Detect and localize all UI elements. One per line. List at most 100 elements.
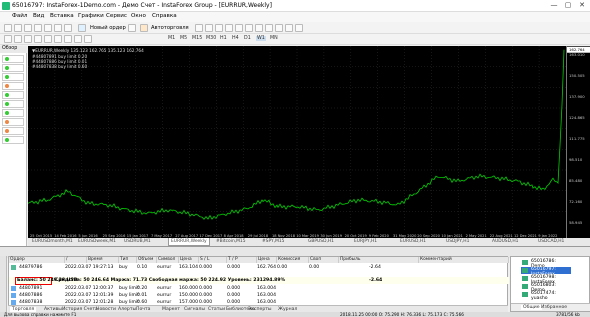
column-header[interactable]: Ордер xyxy=(9,257,65,263)
symbol-row[interactable] xyxy=(2,91,24,99)
column-header[interactable]: Комиссия xyxy=(277,257,309,263)
chart-tab[interactable]: USDCAD,H1 xyxy=(536,238,566,246)
chart-tab[interactable]: EURRUR,Weekly xyxy=(168,238,210,246)
tf-d1[interactable]: D1 xyxy=(244,36,251,41)
text-icon[interactable] xyxy=(74,35,82,43)
symbol-row[interactable] xyxy=(2,127,24,135)
table-cell: 163.004 xyxy=(257,293,276,298)
column-header[interactable]: Комментарий xyxy=(419,257,509,263)
templates-icon[interactable] xyxy=(295,24,303,32)
line-chart-icon[interactable] xyxy=(215,24,223,32)
vertical-line-icon[interactable] xyxy=(24,35,32,43)
trendline-icon[interactable] xyxy=(44,35,52,43)
data-window-icon[interactable] xyxy=(34,24,42,32)
metaeditor-icon[interactable] xyxy=(128,24,136,32)
chart-tab[interactable]: EURJPY,H1 xyxy=(352,238,379,246)
symbol-row[interactable] xyxy=(2,55,24,63)
column-header[interactable]: / xyxy=(65,257,87,263)
tf-mn[interactable]: MN xyxy=(270,36,278,41)
indicators-icon[interactable] xyxy=(275,24,283,32)
account-item[interactable]: 65016798: InstaForex xyxy=(521,275,571,285)
tab-favorites[interactable]: Избранное xyxy=(541,305,567,310)
chart-tab[interactable]: #Bitcoin,M15 xyxy=(214,238,248,246)
tab-general[interactable]: Общие xyxy=(521,305,542,310)
new-order-button[interactable]: Новый ордер xyxy=(90,25,126,31)
channel-icon[interactable] xyxy=(54,35,62,43)
chart-tab[interactable]: USDRUB,M1 xyxy=(122,238,153,246)
symbol-row[interactable] xyxy=(2,109,24,117)
account-item[interactable]: 65016786: Demo xyxy=(521,259,571,269)
menu-window[interactable]: Окно xyxy=(131,13,146,19)
price-chart[interactable]: ▼EURRUR,Weekly 135.123 162.765 135.123 1… xyxy=(27,46,566,238)
column-header[interactable]: T / P xyxy=(227,257,257,263)
tf-m30[interactable]: M30 xyxy=(206,36,216,41)
chart-tab[interactable]: #SPY,M15 xyxy=(260,238,286,246)
chart-tab[interactable]: GBPUSD,H1 xyxy=(306,238,336,246)
symbol-row[interactable] xyxy=(2,64,24,72)
autotrading-button[interactable]: Автоторговля xyxy=(151,25,189,31)
profiles-icon[interactable] xyxy=(14,24,22,32)
new-order-icon[interactable] xyxy=(78,24,86,32)
chart-shift-icon[interactable] xyxy=(265,24,273,32)
chart-tab[interactable]: EURUSDweek,M1 xyxy=(76,238,118,246)
column-header[interactable]: S / L xyxy=(199,257,227,263)
symbol-row[interactable] xyxy=(2,118,24,126)
symbol-row[interactable] xyxy=(2,100,24,108)
tf-m5[interactable]: M5 xyxy=(180,36,187,41)
column-header[interactable]: Цена xyxy=(257,257,277,263)
tf-w1[interactable]: W1 xyxy=(256,36,266,41)
minimize-button[interactable]: — xyxy=(549,1,559,10)
column-header[interactable]: Цена xyxy=(179,257,199,263)
order-row[interactable]: 44879786 2022.03.07 19:27:13 buy 0.10 eurrur… xyxy=(9,264,509,271)
column-header[interactable]: Объем xyxy=(137,257,157,263)
menu-view[interactable]: Вид xyxy=(33,13,44,19)
fibo-icon[interactable] xyxy=(64,35,72,43)
chart-canvas[interactable]: ▼EURRUR,Weekly 135.123 162.765 135.123 1… xyxy=(27,46,566,238)
menu-help[interactable]: Справка xyxy=(152,13,177,19)
terminal-icon[interactable] xyxy=(54,24,62,32)
arrow-icon[interactable] xyxy=(84,35,92,43)
menu-insert[interactable]: Вставка xyxy=(50,13,74,19)
menu-charts[interactable]: Графики xyxy=(78,13,104,19)
chart-tab[interactable]: EURUSDmonth,M1 xyxy=(30,238,75,246)
maximize-button[interactable]: ▢ xyxy=(563,1,573,10)
autoscroll-icon[interactable] xyxy=(255,24,263,32)
candles-icon[interactable] xyxy=(205,24,213,32)
crosshair-icon[interactable] xyxy=(14,35,22,43)
column-header[interactable]: Символ xyxy=(157,257,179,263)
market-watch-icon[interactable] xyxy=(24,24,32,32)
column-header[interactable]: Прибыль xyxy=(339,257,419,263)
new-chart-icon[interactable] xyxy=(4,24,12,32)
symbol-row[interactable] xyxy=(2,73,24,81)
tf-m15[interactable]: M15 xyxy=(192,36,202,41)
column-header[interactable]: Тип xyxy=(119,257,137,263)
navigator-icon[interactable] xyxy=(44,24,52,32)
account-item[interactable]: 65016797: InstaForex xyxy=(521,267,571,277)
order-row[interactable]: 44807886 2022.03.07 12:01:39 buy limit 0.01… xyxy=(9,292,509,299)
chart-tab[interactable]: USDJPY,H1 xyxy=(444,238,471,246)
close-button[interactable]: ✕ xyxy=(577,1,587,10)
autotrading-icon[interactable] xyxy=(140,24,148,32)
horizontal-line-icon[interactable] xyxy=(34,35,42,43)
periods-icon[interactable] xyxy=(285,24,293,32)
account-item[interactable]: 65016803: Demo xyxy=(521,283,571,293)
chart-tab[interactable]: AUDUSD,H1 xyxy=(490,238,520,246)
order-row[interactable]: 44807891 2022.03.07 12:00:37 buy limit 0.20… xyxy=(9,285,509,292)
symbol-row[interactable] xyxy=(2,136,24,144)
zoom-in-icon[interactable] xyxy=(225,24,233,32)
tf-h4[interactable]: H4 xyxy=(232,36,239,41)
symbol-row[interactable] xyxy=(2,82,24,90)
column-header[interactable]: Своп xyxy=(309,257,339,263)
cursor-icon[interactable] xyxy=(4,35,12,43)
tester-icon[interactable] xyxy=(64,24,72,32)
chart-tab[interactable]: EURUSD,H1 xyxy=(398,238,428,246)
zoom-out-icon[interactable] xyxy=(235,24,243,32)
menu-file[interactable]: Файл xyxy=(12,13,27,19)
bar-chart-icon[interactable] xyxy=(195,24,203,32)
tile-icon[interactable] xyxy=(245,24,253,32)
menu-tools[interactable]: Сервис xyxy=(106,13,127,19)
tf-h1[interactable]: H1 xyxy=(220,36,227,41)
account-item[interactable]: 65017474: yuasho xyxy=(521,291,571,301)
tf-m1[interactable]: M1 xyxy=(168,36,175,41)
column-header[interactable]: Время xyxy=(87,257,119,263)
